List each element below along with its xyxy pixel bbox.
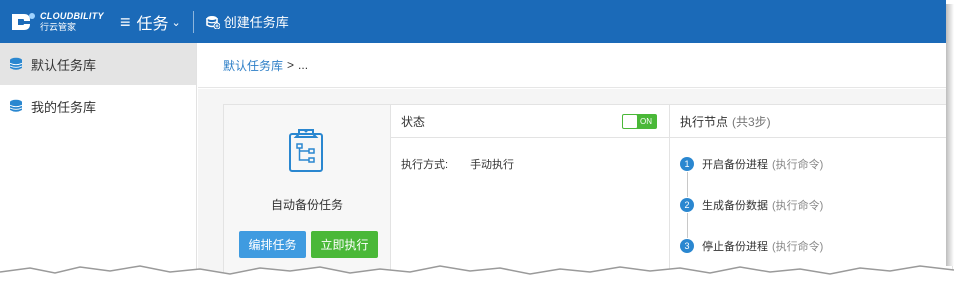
sidebar-item-my-library[interactable]: 我的任务库 <box>0 85 196 127</box>
step-note: (执行命令) <box>772 159 824 171</box>
menu-label: 任务 <box>136 15 169 33</box>
nodes-count: (共3步) <box>732 114 771 129</box>
breadcrumb-separator: > <box>287 58 295 72</box>
status-title: 状态 <box>401 114 426 129</box>
logo-text-cn: 行云管家 <box>40 21 77 32</box>
toggle-knob <box>623 115 637 128</box>
hamburger-icon: ≡ <box>120 11 131 32</box>
sidebar-item-label: 我的任务库 <box>31 99 97 115</box>
breadcrumb: 默认任务库 > ... <box>198 43 946 88</box>
step-number-badge: 2 <box>680 198 694 212</box>
sidebar-item-label: 默认任务库 <box>31 57 97 73</box>
database-icon <box>9 57 23 70</box>
chevron-down-icon: ⌄ <box>171 17 181 29</box>
step-number-badge: 1 <box>680 157 694 171</box>
torn-edge-decoration <box>0 265 954 286</box>
step-connector <box>686 213 688 238</box>
execution-mode-label: 执行方式: <box>401 159 449 171</box>
sidebar-item-default-library[interactable]: 默认任务库 <box>0 43 196 85</box>
status-header: 状态 ON <box>391 105 669 138</box>
step-item[interactable]: 1 开启备份进程 (执行命令) <box>680 156 823 172</box>
run-now-button[interactable]: 立即执行 <box>311 231 378 258</box>
step-item[interactable]: 2 生成备份数据 (执行命令) <box>680 197 823 213</box>
step-note: (执行命令) <box>772 241 824 253</box>
main-content: 自动备份任务 编排任务 立即执行 状态 ON 执行方式: 手动执行 执行节点 (… <box>198 89 953 286</box>
database-plus-icon <box>205 15 220 29</box>
execution-mode-row: 执行方式: 手动执行 <box>391 138 669 172</box>
step-connector <box>686 172 688 197</box>
create-task-library-button[interactable]: 创建任务库 <box>205 12 289 31</box>
clipboard-flow-icon <box>287 127 325 176</box>
top-navbar: CLOUDBILITY 行云管家 ≡ 任务 ⌄ 创建任务库 <box>0 0 946 43</box>
sidebar: 默认任务库 我的任务库 <box>0 43 197 286</box>
page-shadow <box>946 4 954 266</box>
task-card: 自动备份任务 编排任务 立即执行 状态 ON 执行方式: 手动执行 执行节点 (… <box>223 104 953 284</box>
logo[interactable]: CLOUDBILITY 行云管家 <box>10 10 110 34</box>
nodes-title: 执行节点 <box>680 114 729 129</box>
steps-list: 1 开启备份进程 (执行命令) 2 生成备份数据 (执行命令) 3 停止备份进程… <box>680 156 823 254</box>
breadcrumb-current: ... <box>298 58 309 72</box>
step-label: 停止备份进程 <box>702 241 768 253</box>
status-toggle[interactable]: ON <box>622 114 657 129</box>
step-item[interactable]: 3 停止备份进程 (执行命令) <box>680 238 823 254</box>
task-name: 自动备份任务 <box>270 198 343 212</box>
task-menu-dropdown[interactable]: ≡ 任务 ⌄ <box>120 10 181 34</box>
create-task-library-label: 创建任务库 <box>223 15 289 30</box>
header-divider <box>192 10 194 33</box>
breadcrumb-link-default-library[interactable]: 默认任务库 <box>223 57 283 74</box>
step-label: 生成备份数据 <box>702 200 768 212</box>
edit-task-button[interactable]: 编排任务 <box>239 231 306 258</box>
execution-mode-value: 手动执行 <box>470 159 515 171</box>
database-icon <box>9 99 23 112</box>
cloudbility-logo-icon <box>10 10 36 34</box>
nodes-header: 执行节点 (共3步) <box>670 105 952 138</box>
step-note: (执行命令) <box>772 200 824 212</box>
status-panel: 状态 ON 执行方式: 手动执行 <box>391 105 670 283</box>
step-number-badge: 3 <box>680 239 694 253</box>
step-label: 开启备份进程 <box>702 159 768 171</box>
execution-nodes-panel: 执行节点 (共3步) 1 开启备份进程 (执行命令) 2 生成备份数据 (执行命… <box>670 105 952 283</box>
logo-text-en: CLOUDBILITY <box>40 10 104 21</box>
task-summary-panel: 自动备份任务 编排任务 立即执行 <box>224 105 391 283</box>
toggle-text: ON <box>640 117 652 126</box>
